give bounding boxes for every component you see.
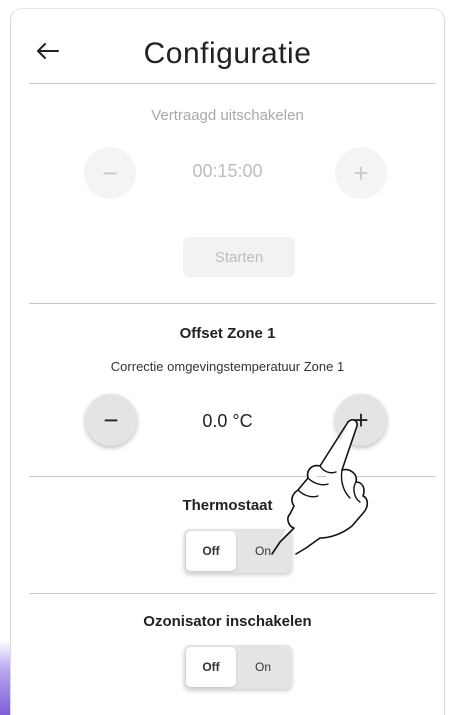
start-button[interactable]: Starten (183, 237, 295, 277)
offset-title: Offset Zone 1 (179, 325, 276, 342)
offset-subtitle: Correctie omgevingstemperatuur Zone 1 (110, 359, 345, 374)
thermostat-toggle[interactable]: Off On (184, 529, 292, 573)
thermostat-title: Thermostaat (182, 497, 273, 514)
delay-title: Vertraagd uitschakelen (151, 107, 304, 124)
divider-offset (29, 476, 436, 477)
divider-header (29, 83, 436, 84)
ozonizer-title: Ozonisator inschakelen (143, 613, 312, 630)
divider-thermostat (29, 593, 436, 594)
thermostat-on-option[interactable]: On (238, 529, 288, 573)
plus-icon: + (353, 404, 369, 435)
accent-strip (0, 640, 10, 715)
offset-plus-button[interactable]: + (335, 394, 387, 446)
plus-icon: + (353, 157, 369, 188)
ozonizer-off-option[interactable]: Off (186, 647, 236, 687)
config-screen: Configuratie Vertraagd uitschakelen − 00… (10, 8, 445, 715)
divider-delay (29, 303, 436, 304)
delay-plus-button[interactable]: + (335, 147, 387, 199)
thermostat-off-option[interactable]: Off (186, 531, 236, 571)
app-frame: Configuratie Vertraagd uitschakelen − 00… (0, 0, 451, 715)
ozonizer-toggle[interactable]: Off On (184, 645, 292, 689)
page-title: Configuratie (143, 37, 312, 70)
ozonizer-on-option[interactable]: On (238, 645, 288, 689)
header: Configuratie (11, 9, 444, 84)
